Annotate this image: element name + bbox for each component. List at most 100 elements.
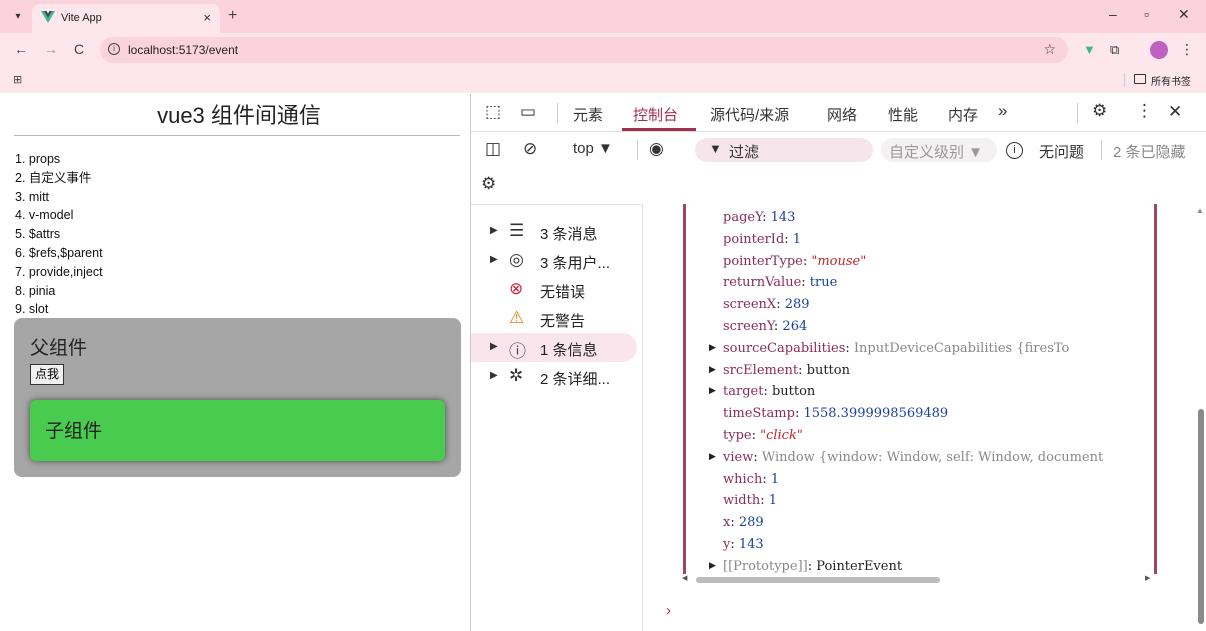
tab-network[interactable]: 网络 xyxy=(827,104,857,125)
devtools-menu-icon[interactable]: ⋮ xyxy=(1136,101,1153,121)
property-separator: : xyxy=(798,362,807,378)
property-value: 1558.3999998569489 xyxy=(803,406,949,422)
issues-info-icon[interactable]: i xyxy=(1006,142,1023,159)
console-prompt[interactable]: › xyxy=(666,602,671,619)
parent-component: 父组件 点我 子组件 xyxy=(14,318,461,477)
close-devtools-icon[interactable]: ✕ xyxy=(1168,102,1182,122)
more-tabs-icon[interactable]: » xyxy=(998,101,1007,121)
list-icon: ☰ xyxy=(509,221,525,240)
console-property-row[interactable]: ▶ sourceCapabilities: InputDeviceCapabili… xyxy=(709,340,1070,356)
list-item: 2. 自定义事件 xyxy=(15,170,92,185)
minimize-button[interactable]: – xyxy=(1109,6,1117,22)
tab-close-icon[interactable]: × xyxy=(203,10,211,25)
clear-console-icon[interactable]: ⊘ xyxy=(523,139,537,159)
tab-elements[interactable]: 元素 xyxy=(573,104,603,125)
console-property-row[interactable]: ▶ view: Window {window: Window, self: Win… xyxy=(709,449,1104,465)
forward-button[interactable]: → xyxy=(44,41,58,57)
tab-search-button[interactable]: ▾ xyxy=(10,9,26,25)
property-key: screenY xyxy=(723,319,774,334)
expand-arrow-icon[interactable]: ▶ xyxy=(709,386,716,396)
list-item: 6. $refs,$parent xyxy=(15,245,103,260)
all-bookmarks-label[interactable]: 所有书签 xyxy=(1151,73,1191,88)
toolbar-divider xyxy=(1101,140,1102,160)
scrollbar-thumb[interactable] xyxy=(1198,409,1204,624)
expand-arrow-icon[interactable]: ▶ xyxy=(490,254,498,265)
console-property-row[interactable]: ▶ target: button xyxy=(709,384,815,399)
error-icon: ⊗ xyxy=(509,279,524,298)
parent-title: 父组件 xyxy=(30,338,88,359)
property-value: 143 xyxy=(770,210,796,225)
reload-button[interactable]: C xyxy=(74,41,84,57)
toolbar-divider xyxy=(557,103,558,123)
maximize-button[interactable]: ▫ xyxy=(1144,6,1149,22)
property-value: "mouse" xyxy=(811,253,867,269)
eye-icon[interactable]: ◉ xyxy=(649,139,664,159)
sidebar-item-user-messages[interactable]: ▶ ◎ 3 条用户... xyxy=(471,246,643,275)
inspect-element-icon[interactable]: ⬚ xyxy=(485,102,501,122)
tab-performance[interactable]: 性能 xyxy=(888,104,918,125)
property-value: button xyxy=(806,362,850,378)
console-property-row[interactable]: ▶ [[Prototype]]: PointerEvent xyxy=(709,559,902,574)
expand-arrow-icon[interactable]: ▶ xyxy=(490,370,498,381)
filter-input[interactable]: ▼ 过滤 xyxy=(695,138,873,162)
expand-arrow-icon[interactable]: ▶ xyxy=(490,341,498,352)
sidebar-toggle-icon[interactable]: ◫ xyxy=(485,139,501,159)
tab-sources[interactable]: 源代码/来源 xyxy=(710,104,789,125)
console-property-row[interactable]: ▶ srcElement: button xyxy=(709,362,850,378)
property-key: which xyxy=(723,471,763,487)
issues-count[interactable]: 无问题 xyxy=(1039,141,1084,162)
expand-arrow-icon[interactable]: ▶ xyxy=(709,561,716,571)
scroll-left-icon[interactable]: ◀ xyxy=(682,574,687,582)
click-me-button[interactable]: 点我 xyxy=(30,364,65,385)
context-select[interactable]: top ▼ xyxy=(573,140,613,157)
sidebar-item-warnings[interactable]: ⚠ 无警告 xyxy=(471,304,643,333)
scrollbar-thumb[interactable] xyxy=(696,577,940,583)
extensions-icon[interactable]: ⧉ xyxy=(1110,42,1119,58)
expand-arrow-icon[interactable]: ▶ xyxy=(709,343,716,353)
list-item: 4. v-model xyxy=(15,208,74,223)
folder-icon[interactable] xyxy=(1134,74,1146,84)
console-property-row: screenX: 289 xyxy=(723,297,810,312)
page-title: vue3 组件间通信 xyxy=(157,103,321,128)
back-button[interactable]: ← xyxy=(14,41,28,57)
console-property-row: which: 1 xyxy=(723,472,779,487)
filter-funnel-icon: ▼ xyxy=(709,141,722,156)
sidebar-item-errors[interactable]: ⊗ 无错误 xyxy=(471,275,643,304)
device-toolbar-icon[interactable]: ▭ xyxy=(520,102,536,122)
browser-menu-icon[interactable]: ⋮ xyxy=(1180,41,1194,58)
vue-devtools-extension-icon[interactable]: ▼ xyxy=(1083,42,1096,57)
tab-console[interactable]: 控制台 xyxy=(633,104,678,125)
property-value: 289 xyxy=(784,297,810,313)
expand-arrow-icon[interactable]: ▶ xyxy=(709,365,716,375)
console-settings-gear-icon[interactable]: ⚙ xyxy=(481,174,496,194)
sidebar-item-label: 2 条详细... xyxy=(540,371,611,388)
scroll-right-icon[interactable]: ▶ xyxy=(1145,574,1150,582)
settings-gear-icon[interactable]: ⚙ xyxy=(1092,101,1107,121)
expand-arrow-icon[interactable]: ▶ xyxy=(490,225,498,236)
property-separator: : xyxy=(760,493,769,509)
property-separator: : xyxy=(753,449,762,465)
site-info-icon[interactable]: i xyxy=(108,43,120,55)
sidebar-item-info[interactable]: ▶ ⓘ 1 条信息 xyxy=(471,333,637,362)
property-separator: : xyxy=(784,231,793,247)
browser-tab[interactable]: Vite App × xyxy=(32,4,220,33)
page-content: vue3 组件间通信 1. props 2. 自定义事件 3. mitt 4. … xyxy=(0,94,470,631)
sidebar-item-messages[interactable]: ▶ ☰ 3 条消息 xyxy=(471,217,643,246)
tab-memory[interactable]: 内存 xyxy=(948,104,978,125)
property-value: InputDeviceCapabilities {firesTo xyxy=(853,340,1070,356)
horizontal-scrollbar[interactable]: ◀ ▶ xyxy=(682,574,1150,584)
title-divider xyxy=(14,135,460,136)
log-level-select[interactable]: 自定义级别 ▼ xyxy=(881,138,997,162)
profile-avatar[interactable] xyxy=(1150,41,1168,59)
apps-grid-icon[interactable]: ⊞ xyxy=(13,73,22,86)
scroll-up-icon[interactable]: ▲ xyxy=(1196,206,1204,215)
expand-arrow-icon[interactable]: ▶ xyxy=(709,452,716,462)
property-value: Window {window: Window, self: Window, do… xyxy=(761,449,1104,465)
console-property-row: y: 143 xyxy=(723,537,764,552)
sidebar-item-verbose[interactable]: ▶ ✲ 2 条详细... xyxy=(471,362,643,391)
vertical-scrollbar[interactable]: ▲ xyxy=(1194,204,1206,631)
bookmark-star-icon[interactable]: ☆ xyxy=(1043,41,1056,58)
new-tab-button[interactable]: + xyxy=(228,7,237,25)
close-window-button[interactable]: ✕ xyxy=(1178,6,1190,23)
address-bar[interactable]: i localhost:5173/event ☆ xyxy=(100,37,1068,63)
